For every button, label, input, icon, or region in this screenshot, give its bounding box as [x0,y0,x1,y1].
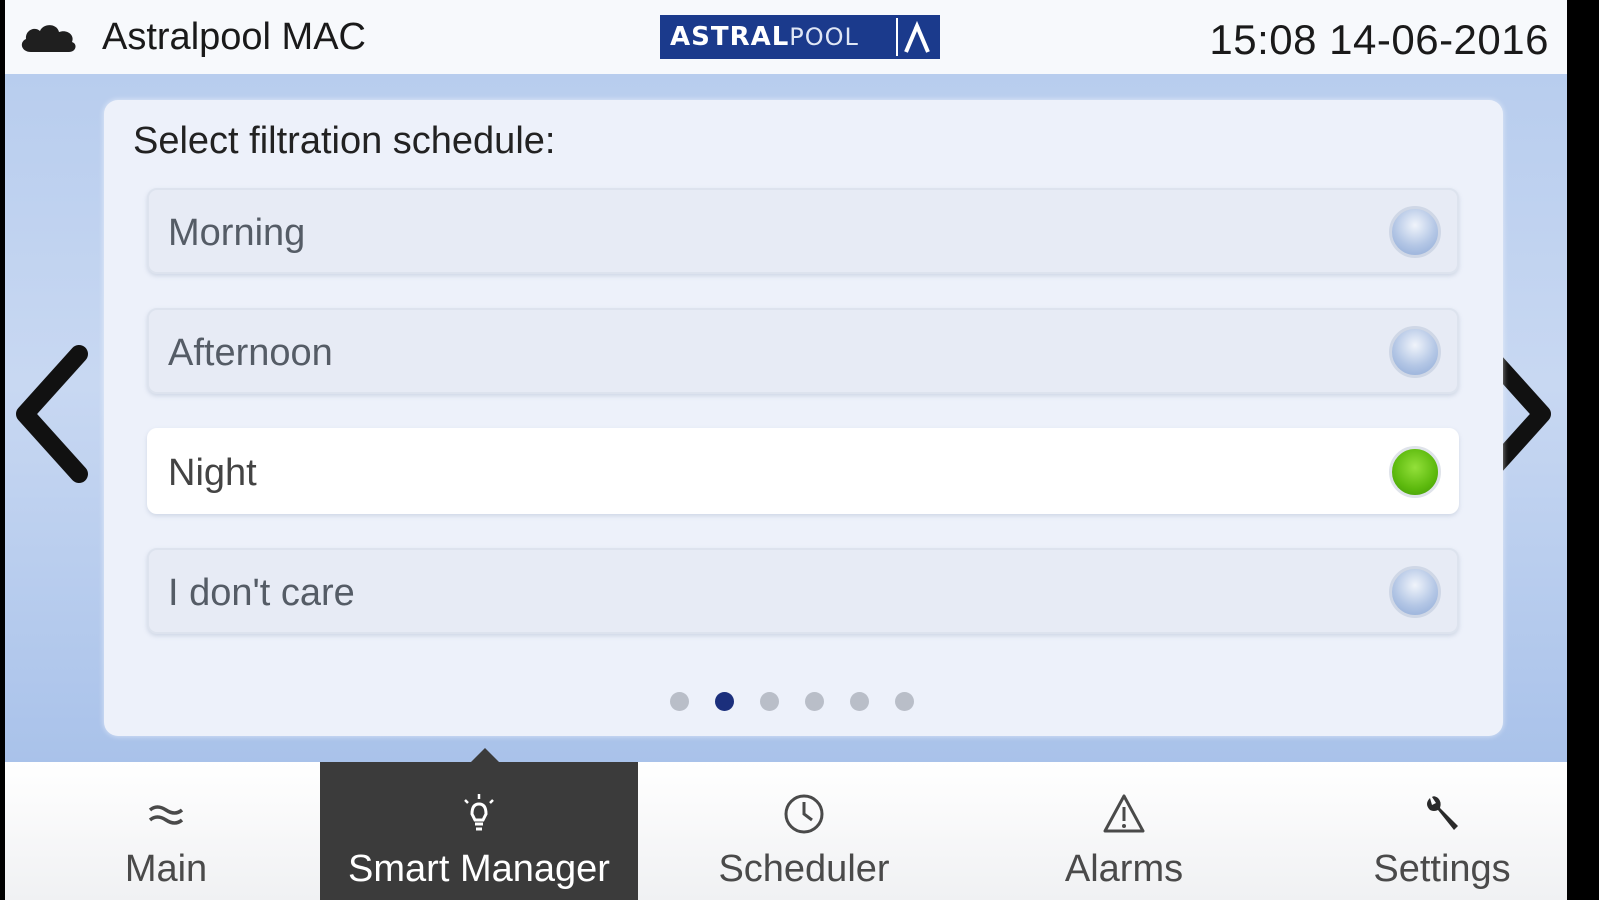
wrench-icon [1427,796,1458,830]
bottom-nav: Main Smart Manager Scheduler Alarms Sett… [5,762,1567,900]
radio-button[interactable] [1389,326,1441,378]
radio-button[interactable] [1389,206,1441,258]
option-dont-care[interactable]: I don't care [147,548,1459,634]
option-label: I don't care [168,572,355,614]
logo-text-bold: ASTRAL [670,22,790,52]
option-night[interactable]: Night [147,428,1459,514]
schedule-panel: Select filtration schedule: Morning Afte… [104,100,1503,736]
panel-title: Select filtration schedule: [133,120,556,162]
logo-mark-icon [896,18,930,56]
waves-icon [148,805,184,825]
page-dot[interactable] [760,692,779,711]
option-afternoon[interactable]: Afternoon [147,308,1459,394]
tab-settings[interactable]: Settings [1283,762,1567,900]
date-time: 15:08 14-06-2016 [1209,16,1549,63]
tab-label: Main [124,848,208,890]
tab-smart-manager[interactable]: Smart Manager [320,762,638,900]
page-dot[interactable] [805,692,824,711]
option-morning[interactable]: Morning [147,188,1459,274]
tab-label: Smart Manager [348,848,610,890]
lightbulb-icon [464,794,494,831]
tab-label: Scheduler [718,848,890,890]
page-dot[interactable] [895,692,914,711]
page-dot-active[interactable] [715,692,734,711]
option-label: Afternoon [168,332,333,374]
page-indicator [104,692,1503,712]
warning-icon [1103,794,1145,833]
app-title: Astralpool MAC [102,16,366,58]
page-dot[interactable] [850,692,869,711]
device-screen: Astralpool MAC ASTRALPOOL 15:08 14-06-20… [5,0,1567,900]
tab-label: Settings [1373,848,1511,890]
tab-alarms[interactable]: Alarms [965,762,1283,900]
page-dot[interactable] [670,692,689,711]
radio-button-selected[interactable] [1389,446,1441,498]
logo-text-light: POOL [789,23,859,51]
radio-button[interactable] [1389,566,1441,618]
top-bar: Astralpool MAC ASTRALPOOL 15:08 14-06-20… [5,0,1567,74]
tab-scheduler[interactable]: Scheduler [645,762,963,900]
option-label: Morning [168,212,306,254]
clock-icon [784,794,824,834]
tab-main[interactable]: Main [7,762,325,900]
option-label: Night [168,452,257,494]
cloud-icon [21,25,76,52]
astralpool-logo: ASTRALPOOL [660,15,940,59]
tab-label: Alarms [1064,848,1184,890]
active-tab-pointer [471,748,499,762]
chevron-left-icon[interactable] [7,344,97,484]
